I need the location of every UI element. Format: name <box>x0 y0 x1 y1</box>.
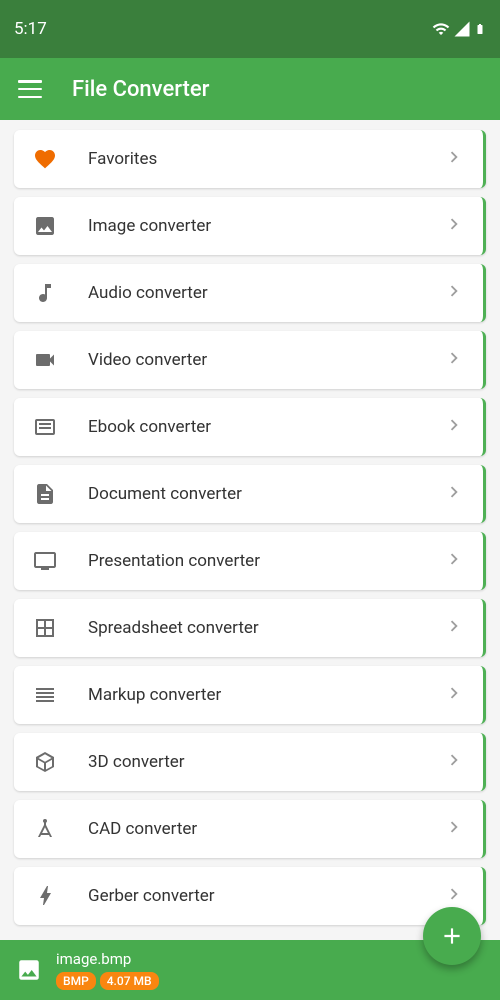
converter-item-label: Document converter <box>88 484 443 504</box>
converter-item-label: CAD converter <box>88 819 443 839</box>
converter-item-label: Spreadsheet converter <box>88 618 443 638</box>
clock-time: 5:17 <box>14 19 47 39</box>
chevron-right-icon <box>443 682 465 708</box>
video-icon <box>32 347 58 373</box>
compass-icon <box>32 816 58 842</box>
wifi-icon <box>432 20 450 38</box>
converter-item-doc[interactable]: Document converter <box>14 465 486 523</box>
converter-item-presentation[interactable]: Presentation converter <box>14 532 486 590</box>
doc-icon <box>32 481 58 507</box>
converter-item-image[interactable]: Image converter <box>14 197 486 255</box>
music-icon <box>32 280 58 306</box>
status-icons <box>432 20 486 38</box>
chevron-right-icon <box>443 615 465 641</box>
chevron-right-icon <box>443 749 465 775</box>
converter-list[interactable]: Favorites Image converter Audio converter V… <box>0 120 500 1000</box>
battery-icon <box>474 20 486 38</box>
size-badge: 4.07 MB <box>100 972 159 990</box>
chevron-right-icon <box>443 816 465 842</box>
lines-icon <box>32 682 58 708</box>
image-icon <box>32 213 58 239</box>
converter-item-book[interactable]: Ebook converter <box>14 398 486 456</box>
chevron-right-icon <box>443 213 465 239</box>
bolt-icon <box>32 883 58 909</box>
converter-item-label: 3D converter <box>88 752 443 772</box>
chevron-right-icon <box>443 481 465 507</box>
chevron-right-icon <box>443 280 465 306</box>
converter-item-label: Gerber converter <box>88 886 443 906</box>
signal-icon <box>453 20 471 38</box>
converter-item-music[interactable]: Audio converter <box>14 264 486 322</box>
chevron-right-icon <box>443 414 465 440</box>
converter-item-label: Ebook converter <box>88 417 443 437</box>
file-image-icon <box>16 957 42 983</box>
heart-icon <box>32 146 58 172</box>
queue-file-name: image.bmp <box>56 950 159 968</box>
queue-file-info: image.bmp BMP 4.07 MB <box>56 950 159 990</box>
app-title: File Converter <box>72 77 209 102</box>
grid-icon <box>32 615 58 641</box>
book-icon <box>32 414 58 440</box>
converter-item-bolt[interactable]: Gerber converter <box>14 867 486 925</box>
converter-item-label: Audio converter <box>88 283 443 303</box>
converter-item-lines[interactable]: Markup converter <box>14 666 486 724</box>
status-bar: 5:17 <box>0 0 500 58</box>
converter-item-label: Favorites <box>88 149 443 169</box>
app-bar: File Converter <box>0 58 500 120</box>
converter-item-label: Presentation converter <box>88 551 443 571</box>
chevron-right-icon <box>443 548 465 574</box>
presentation-icon <box>32 548 58 574</box>
format-badge: BMP <box>56 972 96 990</box>
converter-item-cube[interactable]: 3D converter <box>14 733 486 791</box>
converter-item-compass[interactable]: CAD converter <box>14 800 486 858</box>
plus-icon <box>439 923 465 949</box>
chevron-right-icon <box>443 347 465 373</box>
menu-button[interactable] <box>18 80 42 98</box>
converter-item-grid[interactable]: Spreadsheet converter <box>14 599 486 657</box>
queue-bar[interactable]: image.bmp BMP 4.07 MB <box>0 940 500 1000</box>
converter-item-label: Video converter <box>88 350 443 370</box>
converter-item-video[interactable]: Video converter <box>14 331 486 389</box>
converter-item-heart[interactable]: Favorites <box>14 130 486 188</box>
converter-item-label: Markup converter <box>88 685 443 705</box>
cube-icon <box>32 749 58 775</box>
add-button[interactable] <box>423 907 481 965</box>
converter-item-label: Image converter <box>88 216 443 236</box>
chevron-right-icon <box>443 883 465 909</box>
chevron-right-icon <box>443 146 465 172</box>
